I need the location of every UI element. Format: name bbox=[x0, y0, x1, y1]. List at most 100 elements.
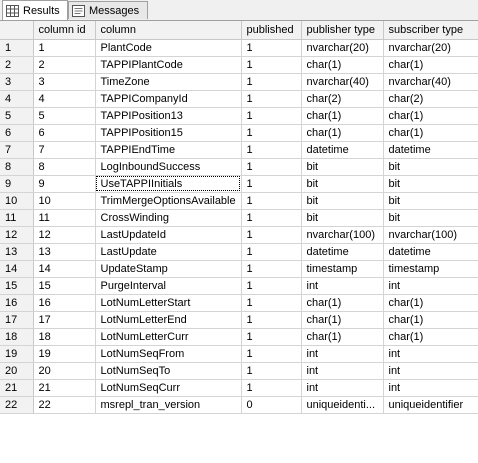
row-number[interactable]: 17 bbox=[0, 311, 34, 329]
cell-publisher-type[interactable]: char(1) bbox=[301, 107, 384, 125]
cell-column-id[interactable]: 1 bbox=[33, 39, 96, 57]
row-number[interactable]: 19 bbox=[0, 345, 34, 363]
cell-subscriber-type[interactable]: nvarchar(100) bbox=[383, 226, 478, 244]
cell-subscriber-type[interactable]: bit bbox=[383, 158, 478, 176]
table-row[interactable]: 22 22 msrepl_tran_version 0 uniqueidenti... u… bbox=[0, 396, 478, 414]
table-row[interactable]: 4 4 TAPPICompanyId 1 char(2) char(2) bbox=[0, 90, 478, 108]
cell-publisher-type[interactable]: bit bbox=[301, 209, 384, 227]
cell-column[interactable]: TrimMergeOptionsAvailable bbox=[95, 192, 242, 210]
cell-column[interactable]: TAPPIPlantCode bbox=[95, 56, 242, 74]
cell-publisher-type[interactable]: char(2) bbox=[301, 90, 384, 108]
cell-publisher-type[interactable]: char(1) bbox=[301, 124, 384, 142]
cell-publisher-type[interactable]: bit bbox=[301, 158, 384, 176]
row-number[interactable]: 11 bbox=[0, 209, 34, 227]
table-row[interactable]: 17 17 LotNumLetterEnd 1 char(1) char(1) bbox=[0, 311, 478, 329]
cell-published[interactable]: 1 bbox=[241, 107, 302, 125]
row-number[interactable]: 5 bbox=[0, 107, 34, 125]
table-row[interactable]: 1 1 PlantCode 1 nvarchar(20) nvarchar(20) bbox=[0, 39, 478, 57]
table-row[interactable]: 12 12 LastUpdateId 1 nvarchar(100) nvarchar(1… bbox=[0, 226, 478, 244]
cell-column-id[interactable]: 16 bbox=[33, 294, 96, 312]
cell-published[interactable]: 1 bbox=[241, 73, 302, 91]
cell-column-id[interactable]: 22 bbox=[33, 396, 96, 414]
cell-column[interactable]: msrepl_tran_version bbox=[95, 396, 242, 414]
cell-column-id[interactable]: 11 bbox=[33, 209, 96, 227]
column-header-published[interactable]: published bbox=[241, 21, 302, 40]
cell-subscriber-type[interactable]: char(1) bbox=[383, 311, 478, 329]
cell-published[interactable]: 1 bbox=[241, 260, 302, 278]
cell-column-id[interactable]: 5 bbox=[33, 107, 96, 125]
cell-publisher-type[interactable]: timestamp bbox=[301, 260, 384, 278]
cell-subscriber-type[interactable]: nvarchar(20) bbox=[383, 39, 478, 57]
cell-column[interactable]: TimeZone bbox=[95, 73, 242, 91]
cell-subscriber-type[interactable]: char(2) bbox=[383, 90, 478, 108]
row-number[interactable]: 4 bbox=[0, 90, 34, 108]
cell-subscriber-type[interactable]: char(1) bbox=[383, 107, 478, 125]
table-row[interactable]: 9 9 UseTAPPIInitials 1 bit bit bbox=[0, 175, 478, 193]
cell-publisher-type[interactable]: bit bbox=[301, 192, 384, 210]
cell-column-id[interactable]: 15 bbox=[33, 277, 96, 295]
cell-published[interactable]: 1 bbox=[241, 277, 302, 295]
cell-subscriber-type[interactable]: char(1) bbox=[383, 294, 478, 312]
cell-column[interactable]: LotNumLetterEnd bbox=[95, 311, 242, 329]
cell-subscriber-type[interactable]: datetime bbox=[383, 243, 478, 261]
cell-subscriber-type[interactable]: char(1) bbox=[383, 328, 478, 346]
cell-column-id[interactable]: 2 bbox=[33, 56, 96, 74]
cell-column-id[interactable]: 21 bbox=[33, 379, 96, 397]
cell-publisher-type[interactable]: datetime bbox=[301, 243, 384, 261]
cell-publisher-type[interactable]: nvarchar(20) bbox=[301, 39, 384, 57]
table-row[interactable]: 10 10 TrimMergeOptionsAvailable 1 bit bit bbox=[0, 192, 478, 210]
cell-subscriber-type[interactable]: bit bbox=[383, 175, 478, 193]
row-number[interactable]: 12 bbox=[0, 226, 34, 244]
table-row[interactable]: 21 21 LotNumSeqCurr 1 int int bbox=[0, 379, 478, 397]
grid-corner-cell[interactable] bbox=[0, 21, 34, 40]
cell-publisher-type[interactable]: uniqueidenti... bbox=[301, 396, 384, 414]
cell-column[interactable]: LogInboundSuccess bbox=[95, 158, 242, 176]
table-row[interactable]: 6 6 TAPPIPosition15 1 char(1) char(1) bbox=[0, 124, 478, 142]
cell-column[interactable]: LastUpdateId bbox=[95, 226, 242, 244]
cell-published[interactable]: 1 bbox=[241, 226, 302, 244]
row-number[interactable]: 20 bbox=[0, 362, 34, 380]
cell-publisher-type[interactable]: char(1) bbox=[301, 294, 384, 312]
table-row[interactable]: 2 2 TAPPIPlantCode 1 char(1) char(1) bbox=[0, 56, 478, 74]
row-number[interactable]: 2 bbox=[0, 56, 34, 74]
cell-column[interactable]: LotNumLetterCurr bbox=[95, 328, 242, 346]
row-number[interactable]: 6 bbox=[0, 124, 34, 142]
table-row[interactable]: 11 11 CrossWinding 1 bit bit bbox=[0, 209, 478, 227]
cell-publisher-type[interactable]: bit bbox=[301, 175, 384, 193]
cell-publisher-type[interactable]: datetime bbox=[301, 141, 384, 159]
cell-column-id[interactable]: 20 bbox=[33, 362, 96, 380]
cell-column[interactable]: LotNumLetterStart bbox=[95, 294, 242, 312]
cell-publisher-type[interactable]: int bbox=[301, 362, 384, 380]
table-row[interactable]: 20 20 LotNumSeqTo 1 int int bbox=[0, 362, 478, 380]
table-row[interactable]: 13 13 LastUpdate 1 datetime datetime bbox=[0, 243, 478, 261]
table-row[interactable]: 3 3 TimeZone 1 nvarchar(40) nvarchar(40) bbox=[0, 73, 478, 91]
cell-published[interactable]: 1 bbox=[241, 362, 302, 380]
cell-column[interactable]: LotNumSeqFrom bbox=[95, 345, 242, 363]
cell-publisher-type[interactable]: int bbox=[301, 345, 384, 363]
cell-published[interactable]: 1 bbox=[241, 311, 302, 329]
cell-subscriber-type[interactable]: int bbox=[383, 379, 478, 397]
table-row[interactable]: 14 14 UpdateStamp 1 timestamp timestamp bbox=[0, 260, 478, 278]
cell-subscriber-type[interactable]: nvarchar(40) bbox=[383, 73, 478, 91]
cell-published[interactable]: 1 bbox=[241, 294, 302, 312]
cell-publisher-type[interactable]: nvarchar(40) bbox=[301, 73, 384, 91]
row-number[interactable]: 3 bbox=[0, 73, 34, 91]
table-row[interactable]: 8 8 LogInboundSuccess 1 bit bit bbox=[0, 158, 478, 176]
column-header-column-id[interactable]: column id bbox=[33, 21, 96, 40]
cell-column-id[interactable]: 6 bbox=[33, 124, 96, 142]
cell-column[interactable]: TAPPIEndTime bbox=[95, 141, 242, 159]
row-number[interactable]: 22 bbox=[0, 396, 34, 414]
cell-published[interactable]: 1 bbox=[241, 379, 302, 397]
cell-subscriber-type[interactable]: char(1) bbox=[383, 56, 478, 74]
cell-publisher-type[interactable]: char(1) bbox=[301, 311, 384, 329]
cell-subscriber-type[interactable]: uniqueidentifier bbox=[383, 396, 478, 414]
table-row[interactable]: 15 15 PurgeInterval 1 int int bbox=[0, 277, 478, 295]
row-number[interactable]: 21 bbox=[0, 379, 34, 397]
cell-published[interactable]: 1 bbox=[241, 39, 302, 57]
cell-column-id[interactable]: 13 bbox=[33, 243, 96, 261]
table-row[interactable]: 18 18 LotNumLetterCurr 1 char(1) char(1) bbox=[0, 328, 478, 346]
cell-subscriber-type[interactable]: int bbox=[383, 277, 478, 295]
cell-subscriber-type[interactable]: int bbox=[383, 345, 478, 363]
table-row[interactable]: 16 16 LotNumLetterStart 1 char(1) char(1) bbox=[0, 294, 478, 312]
cell-column[interactable]: TAPPICompanyId bbox=[95, 90, 242, 108]
